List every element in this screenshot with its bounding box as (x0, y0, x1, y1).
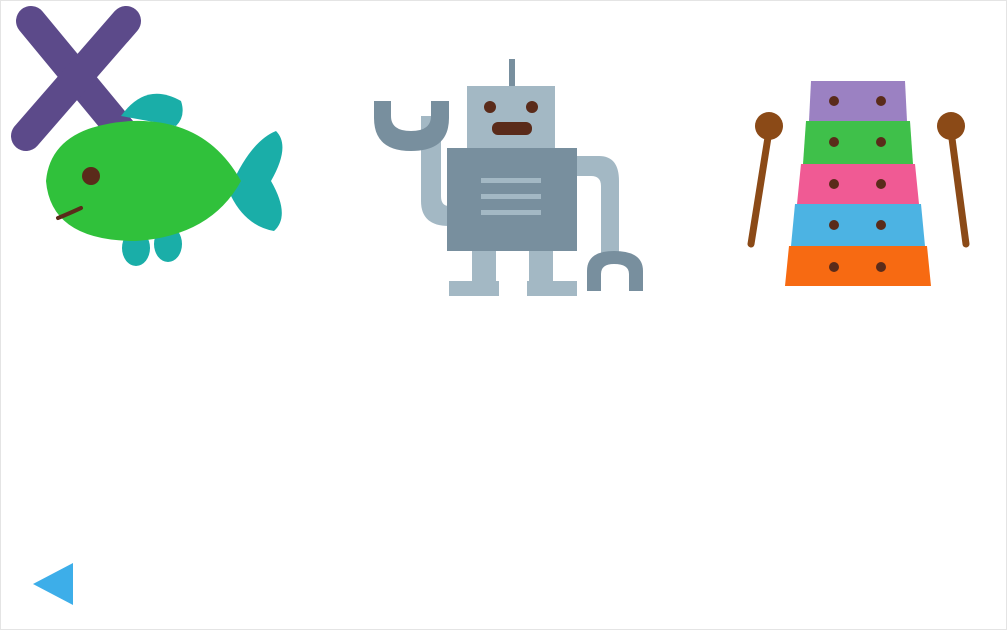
xylophone-choice[interactable] (739, 76, 977, 291)
robot-icon (374, 59, 643, 296)
back-button[interactable] (29, 559, 79, 609)
robot-choice[interactable] (369, 56, 654, 301)
game-screen (0, 0, 1007, 630)
fish-icon (46, 93, 283, 266)
back-arrow-icon (33, 563, 73, 605)
xylophone-icon (747, 81, 970, 286)
fish-choice[interactable] (36, 86, 291, 271)
